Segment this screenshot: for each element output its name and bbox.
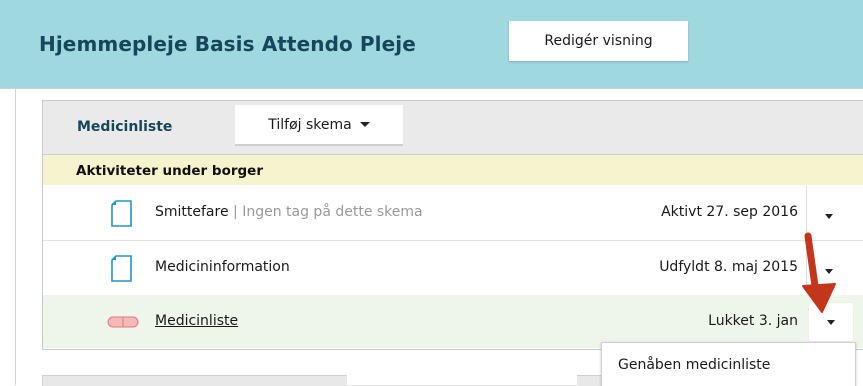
chevron-down-icon: [825, 214, 833, 219]
row-menu-button[interactable]: [818, 208, 842, 228]
panel-title: Medicinliste: [77, 119, 173, 135]
list-item[interactable]: Smittefare | Ingen tag på dette skema Ak…: [43, 186, 863, 241]
pill-icon: [107, 316, 139, 328]
next-panel-button[interactable]: [347, 375, 577, 385]
add-schema-label: Tilføj skema: [268, 116, 352, 133]
chevron-down-icon: [825, 269, 833, 274]
row-separator: |: [233, 204, 238, 220]
row-tag-text: Ingen tag på dette skema: [242, 204, 423, 220]
row-menu-button[interactable]: [809, 303, 853, 341]
row-title[interactable]: Medicininformation: [155, 259, 290, 275]
row-title-link[interactable]: Medicinliste: [155, 313, 238, 329]
row-status: Lukket 3. jan: [708, 313, 798, 329]
reopen-medicine-list-item[interactable]: Genåben medicinliste: [618, 357, 770, 373]
chevron-down-icon: [359, 122, 370, 127]
edit-view-button[interactable]: Redigér visning: [509, 21, 688, 61]
panel-header: Medicinliste Tilføj skema: [43, 101, 863, 155]
document-icon: [111, 255, 132, 282]
row-status: Aktivt 27. sep 2016: [661, 204, 798, 220]
chevron-down-icon: [827, 320, 835, 325]
row-divider: [806, 241, 807, 295]
list-item[interactable]: Medicinliste Lukket 3. jan: [43, 295, 863, 348]
page-title: Hjemmepleje Basis Attendo Pleje: [39, 32, 416, 56]
row-label[interactable]: Smittefare | Ingen tag på dette skema: [155, 204, 423, 220]
add-schema-button[interactable]: Tilføj skema: [235, 105, 403, 146]
app-header: Hjemmepleje Basis Attendo Pleje Redigér …: [0, 0, 863, 89]
row-divider: [806, 186, 807, 240]
row-menu-button[interactable]: [818, 263, 842, 283]
list-item[interactable]: Medicininformation Udfyldt 8. maj 2015: [43, 241, 863, 296]
left-border: [15, 89, 16, 385]
row-title: Smittefare: [155, 204, 229, 220]
group-title: Aktiviteter under borger: [76, 163, 263, 179]
activities-group-header: Aktiviteter under borger: [43, 155, 863, 185]
medicine-panel: Medicinliste Tilføj skema Aktiviteter un…: [42, 100, 863, 350]
row-dropdown-menu: Genåben medicinliste: [601, 342, 856, 386]
document-icon: [111, 200, 132, 227]
row-status: Udfyldt 8. maj 2015: [659, 259, 798, 275]
